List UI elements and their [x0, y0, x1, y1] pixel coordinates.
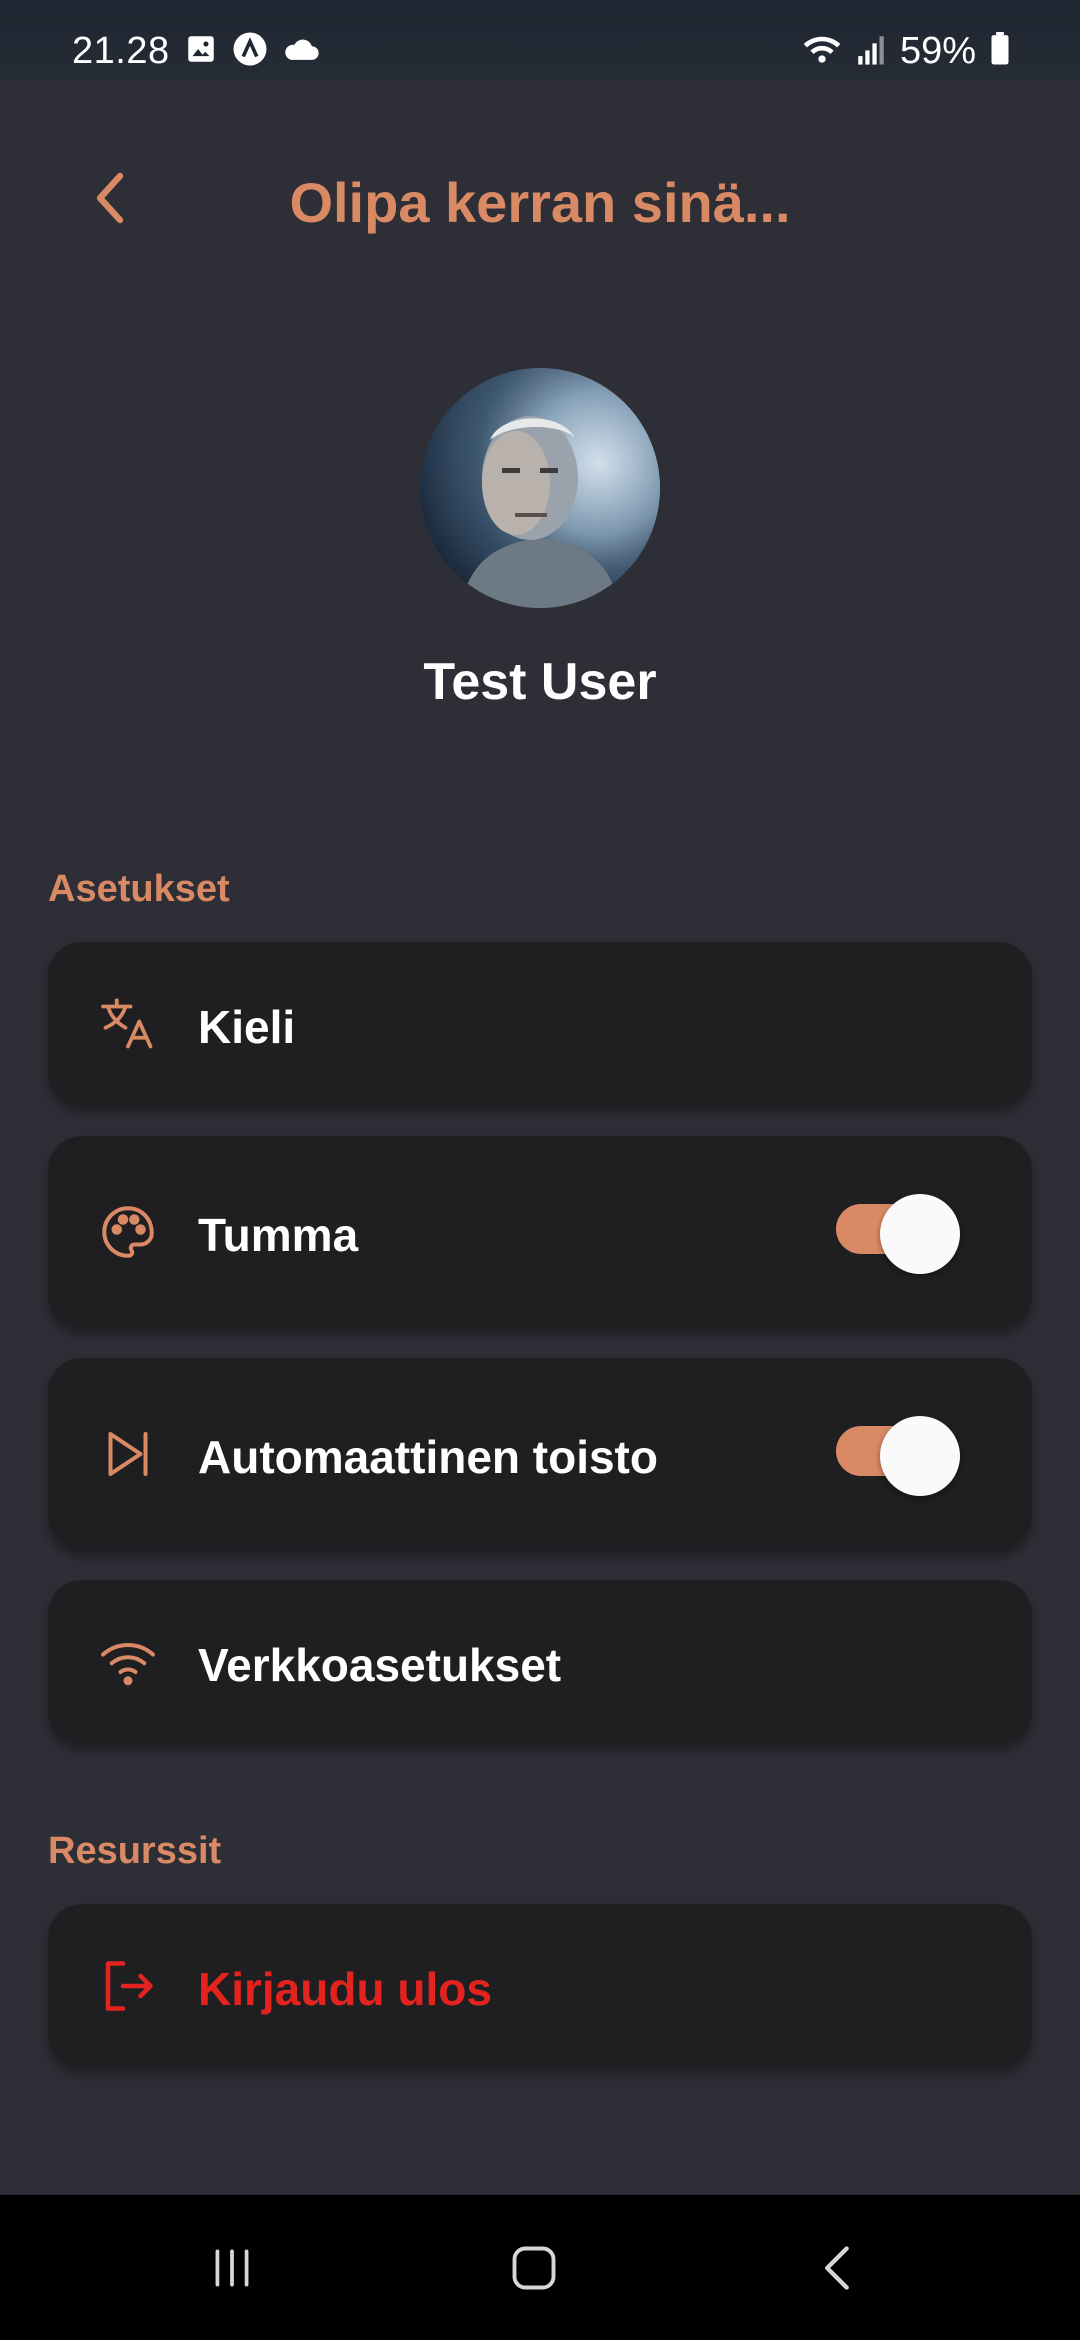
logout-icon [98, 1956, 158, 2016]
toggle-knob [880, 1194, 960, 1274]
battery-percentage: 59% [899, 30, 976, 72]
autoplay-toggle[interactable] [836, 1416, 962, 1496]
status-bar: 21.28 59% [0, 0, 1080, 80]
status-left: 21.28 [72, 30, 320, 73]
signal-icon [856, 32, 886, 71]
network-label: Verkkoasetukset [198, 1639, 562, 1691]
logout-button[interactable]: Kirjaudu ulos [48, 1904, 1032, 2068]
autoplay-label: Automaattinen toisto [198, 1431, 658, 1483]
dark-mode-setting: Tumma [48, 1136, 1032, 1328]
status-time: 21.28 [72, 30, 170, 72]
language-label: Kieli [198, 1001, 296, 1053]
recent-apps-button[interactable] [172, 2225, 292, 2315]
language-setting[interactable]: Kieli [48, 942, 1032, 1106]
header: Olipa kerran sinä... [0, 140, 1080, 260]
dark-mode-toggle[interactable] [836, 1194, 962, 1274]
page-title: Olipa kerran sinä... [289, 171, 791, 234]
status-right: 59% [802, 30, 1010, 73]
battery-icon [990, 32, 1010, 71]
resources-section-title: Resurssit [48, 1830, 222, 1872]
settings-section-title: Asetukset [48, 868, 230, 910]
wifi-icon [802, 32, 842, 71]
home-button[interactable] [474, 2225, 594, 2315]
wifi-icon [98, 1632, 158, 1692]
avatar [420, 368, 660, 608]
network-setting[interactable]: Verkkoasetukset [48, 1580, 1032, 1744]
back-nav-button[interactable] [778, 2225, 898, 2315]
system-navigation-bar [0, 2195, 1080, 2340]
recent-apps-icon [207, 2243, 257, 2298]
image-icon [184, 32, 218, 71]
back-icon [816, 2242, 860, 2299]
cloud-icon [282, 34, 320, 69]
palette-icon [98, 1202, 158, 1262]
user-name: Test User [423, 653, 657, 711]
app-a-icon [232, 31, 268, 72]
logout-label: Kirjaudu ulos [198, 1963, 492, 2015]
autoplay-setting: Automaattinen toisto [48, 1358, 1032, 1550]
skip-next-icon [98, 1424, 158, 1484]
dark-mode-label: Tumma [198, 1209, 359, 1261]
toggle-knob [880, 1416, 960, 1496]
translate-icon [98, 994, 158, 1054]
home-icon [508, 2242, 560, 2299]
